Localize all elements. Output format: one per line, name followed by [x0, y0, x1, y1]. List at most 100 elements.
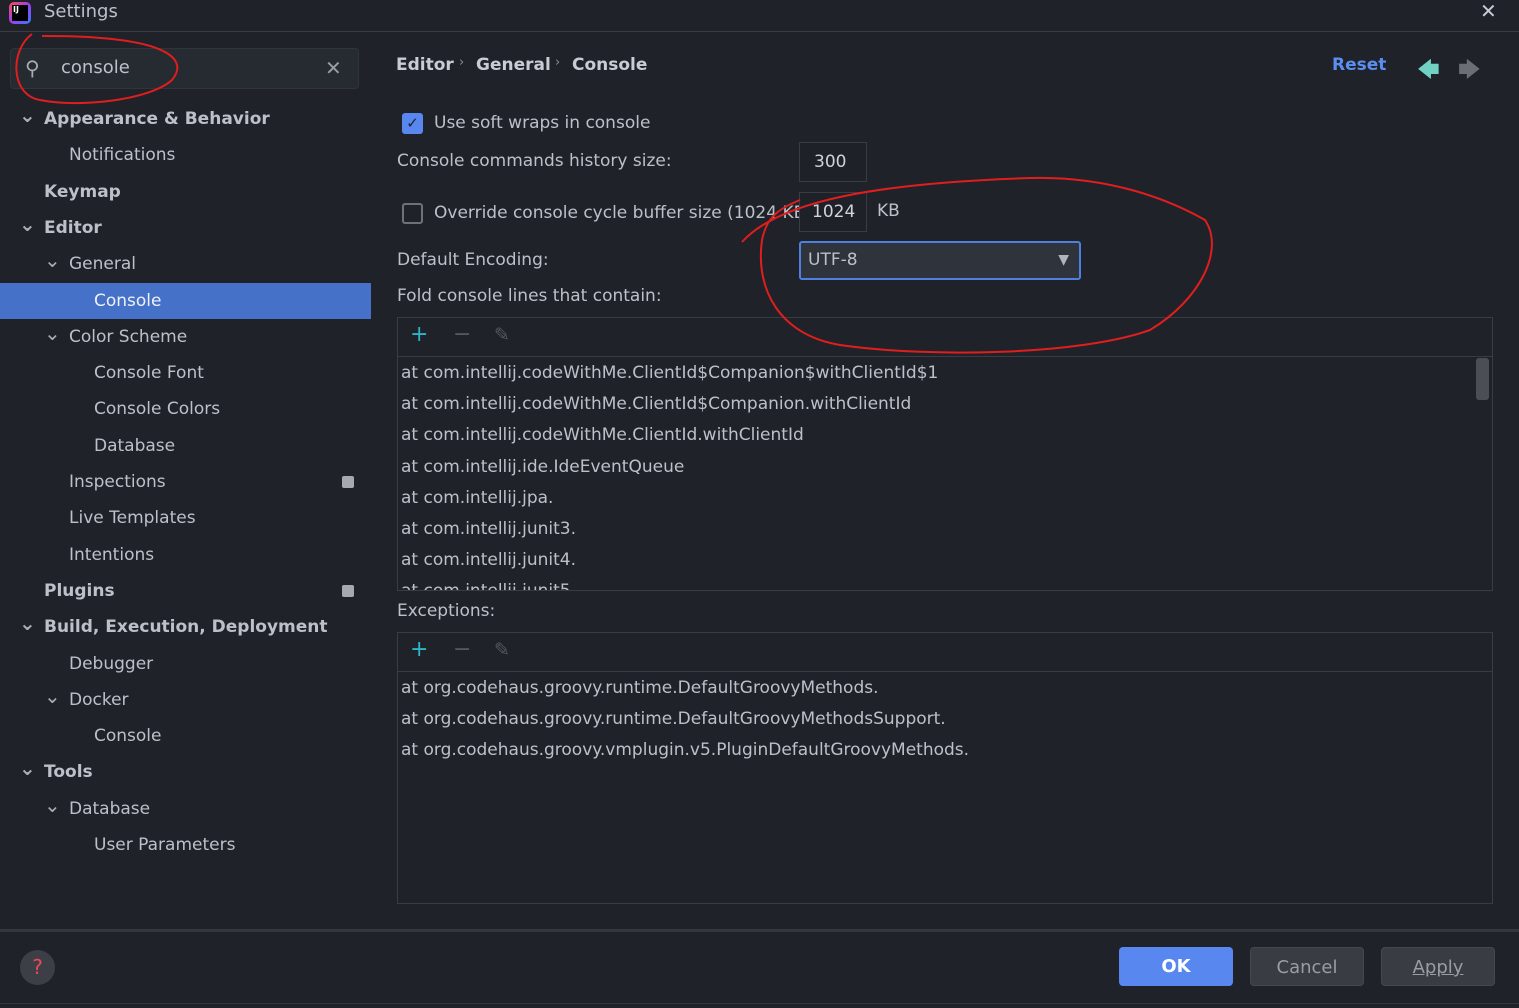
- encoding-value: UTF-8: [808, 250, 858, 270]
- help-icon[interactable]: ?: [20, 950, 55, 985]
- tree-item-label: Intentions: [69, 544, 155, 565]
- chevron-down-icon[interactable]: ⌄: [19, 750, 36, 786]
- tree-item-label: Editor: [44, 217, 102, 238]
- list-item[interactable]: at com.intellij.codeWithMe.ClientId$Comp…: [401, 363, 938, 383]
- settings-search[interactable]: ⚲ ✕: [10, 48, 359, 89]
- soft-wraps-checkbox[interactable]: ✓: [402, 113, 423, 134]
- chevron-down-icon[interactable]: ⌄: [44, 242, 61, 278]
- list-item[interactable]: at com.intellij.codeWithMe.ClientId.with…: [401, 425, 804, 445]
- edit-icon: ✎: [494, 324, 510, 346]
- tree-item-label: Database: [69, 798, 151, 819]
- exceptions-toolbar: + − ✎: [398, 633, 1492, 672]
- tree-item[interactable]: Console: [0, 282, 371, 319]
- tree-item-label: Plugins: [44, 580, 115, 601]
- add-icon[interactable]: +: [410, 322, 428, 347]
- tree-item-label: Database: [94, 435, 176, 456]
- tree-item[interactable]: ⌄ Color Scheme: [0, 319, 371, 355]
- project-level-icon: [342, 476, 354, 488]
- chevron-down-icon[interactable]: ⌄: [44, 787, 61, 823]
- close-icon[interactable]: ✕: [1480, 0, 1497, 23]
- tree-item-label: Live Templates: [69, 508, 196, 529]
- tree-item-label: Appearance & Behavior: [44, 109, 270, 129]
- breadcrumb-console: Console: [572, 55, 648, 75]
- list-item[interactable]: at org.codehaus.groovy.runtime.DefaultGr…: [401, 709, 946, 729]
- tree-item-label: Console: [94, 726, 162, 747]
- fold-lines-label: Fold console lines that contain:: [397, 286, 662, 306]
- tree-item[interactable]: ⌄ Docker: [0, 682, 371, 718]
- soft-wraps-label: Use soft wraps in console: [434, 113, 651, 133]
- list-item[interactable]: at com.intellij.codeWithMe.ClientId$Comp…: [401, 394, 911, 414]
- tree-item-label: Console Font: [94, 363, 204, 384]
- tree-item[interactable]: ⌄ Build, Execution, Deployment: [0, 609, 371, 645]
- list-item[interactable]: at com.intellij.junit4.: [401, 550, 576, 570]
- tree-item-label: Notifications: [69, 145, 176, 166]
- tree-item-label: General: [69, 254, 136, 275]
- list-item[interactable]: at com.intellij.junit3.: [401, 519, 576, 539]
- chevron-down-icon[interactable]: ⌄: [19, 605, 36, 641]
- tree-item[interactable]: Debugger: [0, 646, 371, 682]
- tree-item[interactable]: ⌄ Tools: [0, 754, 371, 790]
- tree-item-label: Console Colors: [94, 399, 221, 420]
- exceptions-label: Exceptions:: [397, 601, 496, 621]
- intellij-logo-icon: IJ: [9, 2, 31, 24]
- tree-item[interactable]: Notifications: [0, 137, 371, 173]
- buffer-unit: KB: [877, 201, 900, 221]
- fold-lines-list: + − ✎ at com.intellij.codeWithMe.ClientI…: [397, 317, 1493, 591]
- tree-item[interactable]: User Parameters: [0, 827, 371, 863]
- list-item[interactable]: at org.codehaus.groovy.runtime.DefaultGr…: [401, 678, 879, 698]
- chevron-down-icon: ▼: [1058, 252, 1069, 268]
- list-item[interactable]: at org.codehaus.groovy.vmplugin.v5.Plugi…: [401, 740, 969, 760]
- tree-item[interactable]: Inspections: [0, 464, 371, 500]
- tree-item[interactable]: ⌄ General: [0, 246, 371, 282]
- buffer-size-input[interactable]: 1024: [799, 192, 867, 232]
- tree-item[interactable]: ⌄ Database: [0, 791, 371, 827]
- tree-item[interactable]: Plugins: [0, 573, 371, 609]
- tree-item[interactable]: Database: [0, 428, 371, 464]
- tree-item[interactable]: Console Font: [0, 355, 371, 391]
- title-bar: [0, 0, 1519, 32]
- tree-item[interactable]: ⌄ Editor: [0, 210, 371, 246]
- tree-item[interactable]: ⌄ Appearance & Behavior: [0, 101, 371, 137]
- breadcrumb-general[interactable]: General: [476, 55, 551, 75]
- list-item[interactable]: at com.intellij.jpa.: [401, 488, 553, 508]
- add-icon[interactable]: +: [410, 637, 428, 662]
- breadcrumb-separator: ›: [459, 55, 465, 70]
- cancel-button[interactable]: Cancel: [1250, 947, 1364, 986]
- encoding-dropdown[interactable]: UTF-8 ▼: [799, 241, 1081, 280]
- apply-button[interactable]: Apply: [1381, 947, 1495, 986]
- tree-item-label: Color Scheme: [69, 326, 188, 347]
- history-size-input[interactable]: 300: [799, 142, 867, 182]
- edit-icon: ✎: [494, 639, 510, 661]
- override-buffer-checkbox[interactable]: [402, 203, 423, 224]
- reset-link[interactable]: Reset: [1332, 55, 1386, 75]
- chevron-down-icon[interactable]: ⌄: [44, 678, 61, 714]
- tree-item-label: Debugger: [69, 653, 154, 674]
- tree-item[interactable]: Console Colors: [0, 391, 371, 427]
- fold-lines-toolbar: + − ✎: [398, 318, 1492, 357]
- tree-item[interactable]: Live Templates: [0, 500, 371, 536]
- tree-item[interactable]: Keymap: [0, 174, 371, 210]
- encoding-label: Default Encoding:: [397, 250, 549, 270]
- tree-item[interactable]: Console: [0, 718, 371, 754]
- arrow-right-icon[interactable]: 🡆: [1458, 53, 1481, 91]
- tree-item[interactable]: Intentions: [0, 537, 371, 573]
- chevron-down-icon[interactable]: ⌄: [44, 315, 61, 351]
- arrow-left-icon[interactable]: 🡄: [1417, 53, 1440, 91]
- history-size-label: Console commands history size:: [397, 151, 672, 171]
- clear-search-icon[interactable]: ✕: [325, 56, 342, 80]
- exceptions-list: + − ✎ at org.codehaus.groovy.runtime.Def…: [397, 632, 1493, 904]
- search-icon: ⚲: [25, 56, 40, 80]
- ok-button[interactable]: OK: [1119, 947, 1233, 986]
- remove-icon: −: [453, 322, 472, 347]
- tree-item-label: Keymap: [44, 181, 121, 202]
- chevron-down-icon[interactable]: ⌄: [19, 206, 36, 242]
- list-item[interactable]: at com.intellij.ide.IdeEventQueue: [401, 457, 684, 477]
- breadcrumb-editor[interactable]: Editor: [396, 55, 454, 75]
- tree-item-label: Console: [94, 290, 162, 311]
- list-item[interactable]: at com.intellij.junit5.: [401, 581, 576, 590]
- search-input[interactable]: [61, 57, 311, 78]
- tree-item-label: Tools: [44, 762, 93, 783]
- override-buffer-label: Override console cycle buffer size (1024…: [434, 203, 812, 223]
- scrollbar[interactable]: [1476, 358, 1489, 400]
- chevron-down-icon[interactable]: ⌄: [19, 97, 36, 133]
